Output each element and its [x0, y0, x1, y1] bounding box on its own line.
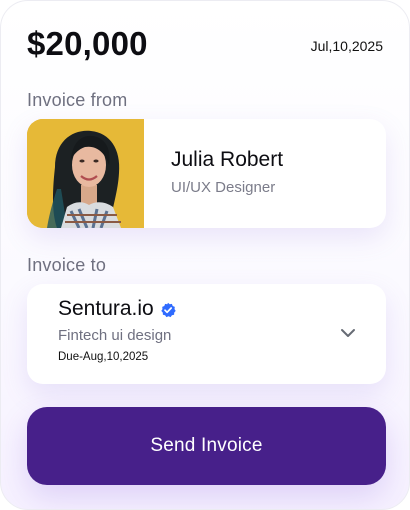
invoice-amount: $20,000: [27, 25, 148, 62]
sender-photo: [27, 119, 144, 228]
due-date: Due-Aug,10,2025: [58, 351, 149, 363]
invoice-from-label: Invoice from: [27, 90, 128, 110]
company-row: Sentura.io: [58, 297, 176, 321]
sender-role: UI/UX Designer: [171, 179, 276, 196]
sender-name: Julia Robert: [171, 148, 284, 171]
chevron-down-icon[interactable]: [340, 325, 356, 337]
verified-check-icon: [160, 302, 176, 318]
invoice-card: $20,000 Jul,10,2025 Invoice from Julia R…: [0, 0, 410, 510]
invoice-to-label: Invoice to: [27, 255, 107, 275]
recipient-card[interactable]: Sentura.io Fintech ui design Due-Aug,10,…: [27, 284, 386, 384]
company-name: Sentura.io: [58, 297, 154, 320]
send-invoice-button[interactable]: Send Invoice: [27, 407, 386, 485]
project-name: Fintech ui design: [58, 327, 172, 344]
sender-card: Julia Robert UI/UX Designer: [27, 119, 386, 228]
invoice-date: Jul,10,2025: [310, 38, 383, 54]
